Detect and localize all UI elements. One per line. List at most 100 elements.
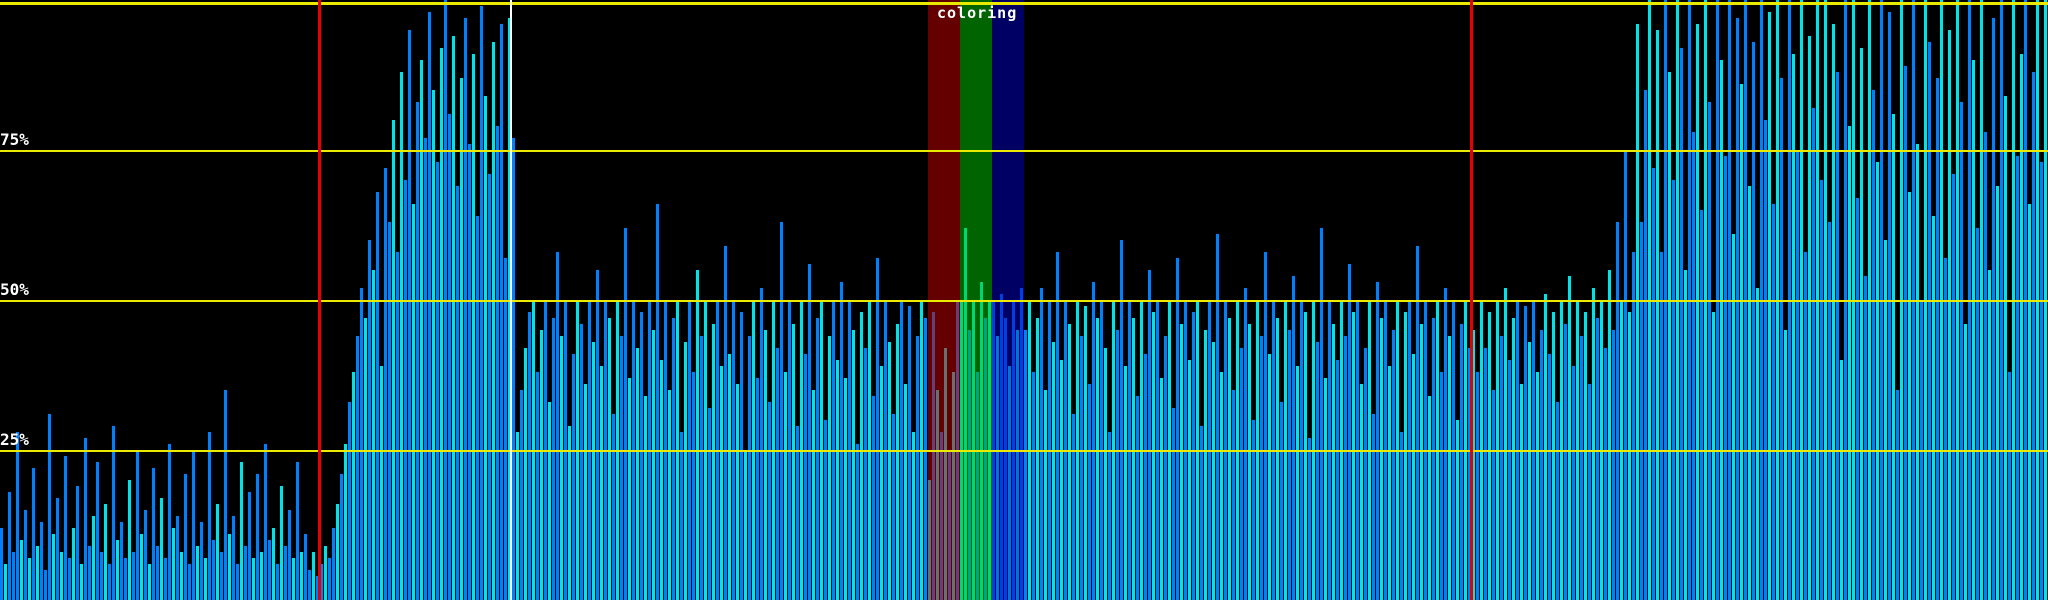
- bar: [1448, 336, 1451, 600]
- bar: [1708, 102, 1711, 600]
- bar: [528, 312, 531, 600]
- bar: [572, 354, 575, 600]
- bar: [924, 318, 927, 600]
- bar: [844, 378, 847, 600]
- bar: [24, 510, 27, 600]
- bar: [1752, 42, 1755, 600]
- bar: [1124, 366, 1127, 600]
- bar: [1612, 330, 1615, 600]
- bar: [1164, 336, 1167, 600]
- bar: [1292, 276, 1295, 600]
- bar: [1304, 312, 1307, 600]
- bar: [1096, 318, 1099, 600]
- bar: [312, 552, 315, 600]
- bar: [1444, 288, 1447, 600]
- bar: [504, 258, 507, 600]
- bar: [1908, 192, 1911, 600]
- bar: [552, 318, 555, 600]
- bar: [1948, 30, 1951, 600]
- bar: [1240, 348, 1243, 600]
- bar: [248, 492, 251, 600]
- bar: [1840, 360, 1843, 600]
- bar: [140, 534, 143, 600]
- bar: [484, 96, 487, 600]
- bar: [164, 558, 167, 600]
- bar: [1848, 126, 1851, 600]
- bar: [348, 402, 351, 600]
- bar: [48, 414, 51, 600]
- bar: [1684, 270, 1687, 600]
- bar: [2020, 54, 2023, 600]
- bar: [896, 324, 899, 600]
- bar: [1084, 306, 1087, 600]
- bar: [828, 336, 831, 600]
- bar: [1160, 378, 1163, 600]
- bar: [1928, 42, 1931, 600]
- bar: [872, 396, 875, 600]
- bar: [1936, 78, 1939, 600]
- bar: [148, 564, 151, 600]
- bar: [468, 144, 471, 600]
- bar: [668, 390, 671, 600]
- bar: [1232, 390, 1235, 600]
- bar: [44, 570, 47, 600]
- bar: [1896, 390, 1899, 600]
- bar: [1856, 198, 1859, 600]
- bar: [500, 24, 503, 600]
- bar: [144, 510, 147, 600]
- histogram-stage: coloring 75% 50% 25%: [0, 0, 2048, 600]
- bar: [1248, 324, 1251, 600]
- bar: [80, 564, 83, 600]
- bar: [276, 564, 279, 600]
- bar: [120, 522, 123, 600]
- bar: [520, 390, 523, 600]
- bar: [1504, 288, 1507, 600]
- bar: [1916, 144, 1919, 600]
- bar: [1428, 396, 1431, 600]
- bar: [1324, 378, 1327, 600]
- bar: [28, 558, 31, 600]
- bar: [804, 354, 807, 600]
- bar: [1592, 288, 1595, 600]
- bar: [1456, 420, 1459, 600]
- bar: [764, 330, 767, 600]
- bar: [1056, 252, 1059, 600]
- bar: [84, 438, 87, 600]
- bar: [540, 330, 543, 600]
- bar: [780, 222, 783, 600]
- bar: [356, 336, 359, 600]
- bar: [1520, 384, 1523, 600]
- bar: [1200, 426, 1203, 600]
- bar: [1820, 180, 1823, 600]
- bar: [1460, 324, 1463, 600]
- bar: [864, 348, 867, 600]
- bar: [1888, 12, 1891, 600]
- bar: [336, 504, 339, 600]
- bar: [424, 138, 427, 600]
- bar: [1392, 330, 1395, 600]
- bar: [1152, 312, 1155, 600]
- bar: [232, 516, 235, 600]
- grid-label: 75%: [0, 130, 29, 149]
- bar: [776, 348, 779, 600]
- bar: [556, 252, 559, 600]
- grid-line: [0, 300, 2048, 302]
- bar: [1280, 402, 1283, 600]
- bar: [292, 558, 295, 600]
- bar: [396, 252, 399, 600]
- bar: [1720, 60, 1723, 600]
- bar: [1216, 234, 1219, 600]
- bar: [608, 318, 611, 600]
- bar: [1672, 180, 1675, 600]
- bar: [1568, 276, 1571, 600]
- bar: [1624, 150, 1627, 600]
- bar: [184, 474, 187, 600]
- bar: [1360, 384, 1363, 600]
- bar: [388, 222, 391, 600]
- bar: [524, 348, 527, 600]
- bar: [1952, 174, 1955, 600]
- bar: [224, 390, 227, 600]
- bar: [128, 480, 131, 600]
- bar: [792, 324, 795, 600]
- bar: [1296, 366, 1299, 600]
